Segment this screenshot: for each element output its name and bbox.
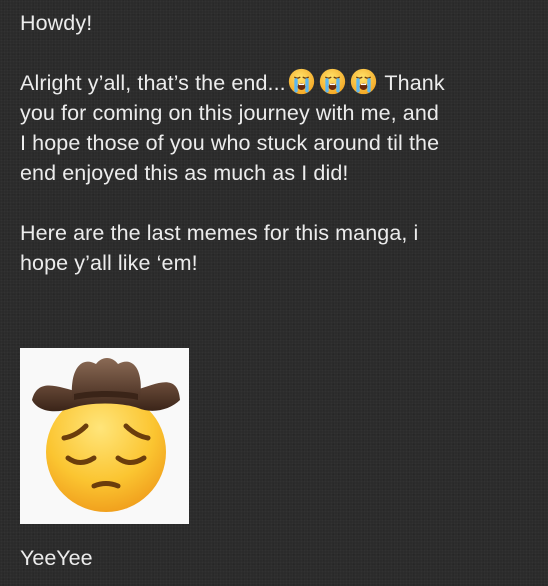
paragraph-1-line-4: end enjoyed this as much as I did! bbox=[20, 161, 349, 185]
cowboy-pensive-face-icon bbox=[32, 358, 180, 512]
loudly-crying-face-icon bbox=[350, 68, 377, 95]
paragraph-1-line-1-tail: Thank bbox=[378, 71, 445, 95]
paragraph-1-line-1: Alright y’all, that’s the end... Thank bbox=[20, 68, 535, 98]
paragraph-1-line-1-text: Alright y’all, that’s the end... bbox=[20, 71, 286, 95]
paragraph-1-line-3: I hope those of you who stuck around til… bbox=[20, 131, 440, 155]
greeting-text: Howdy! bbox=[20, 11, 93, 35]
paragraph-1-line-2: you for coming on this journey with me, … bbox=[20, 101, 439, 125]
message-body: Howdy! Alright y’all, that’s the end... bbox=[20, 8, 535, 278]
loudly-crying-face-icon bbox=[319, 68, 346, 95]
paragraph-2-line-1: Here are the last memes for this manga, … bbox=[20, 221, 419, 245]
signoff-text: YeeYee bbox=[20, 546, 93, 570]
paragraph-2-line-2: hope y’all like ‘em! bbox=[20, 251, 198, 275]
cowboy-pensive-face-image bbox=[20, 348, 189, 524]
loudly-crying-face-icon bbox=[288, 68, 315, 95]
